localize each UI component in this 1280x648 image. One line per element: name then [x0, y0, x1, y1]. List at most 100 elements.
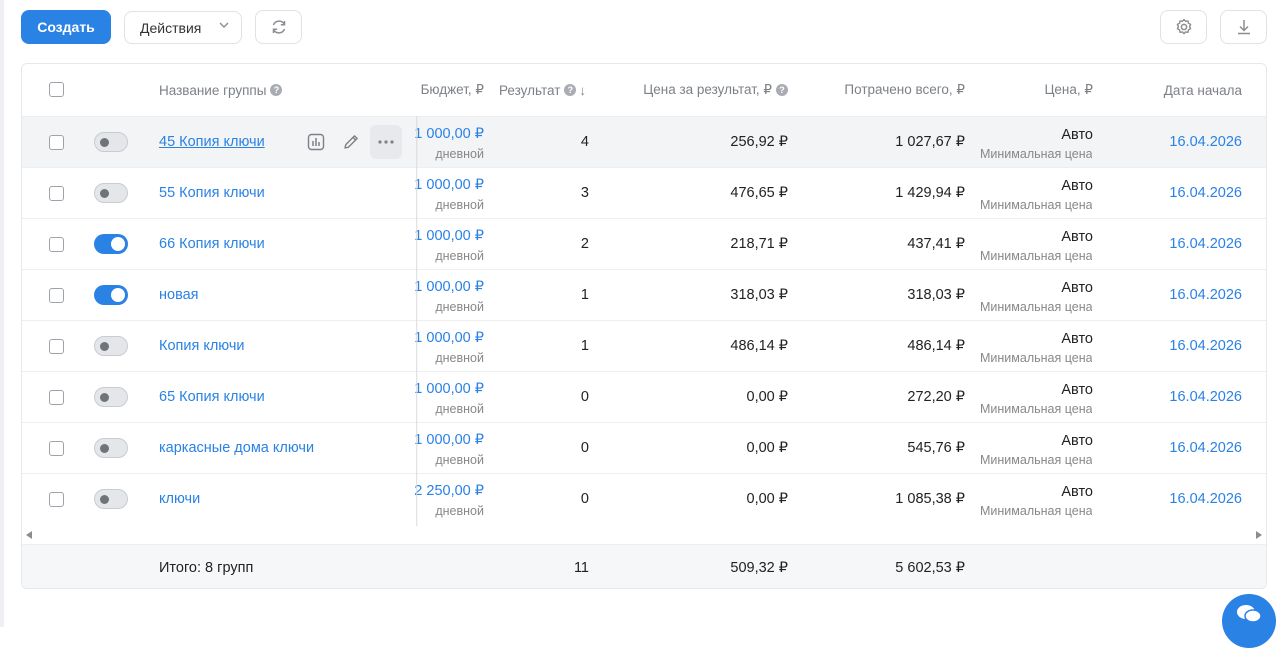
budget-cell[interactable]: 1 000,00 ₽ дневной — [414, 423, 484, 473]
help-icon[interactable]: ? — [564, 84, 577, 96]
start-date-link[interactable]: 16.04.2026 — [1169, 185, 1242, 201]
row-toggle[interactable] — [94, 132, 128, 152]
row-checkbox[interactable] — [49, 288, 64, 303]
spent-cell: 318,03 ₽ — [907, 287, 965, 303]
price-cell: Авто Минимальная цена — [976, 168, 1093, 218]
table-row[interactable]: 45 Копия ключи 1 000,00 ₽ дневной 4 256,… — [22, 116, 1266, 167]
row-checkbox[interactable] — [49, 339, 64, 354]
create-button[interactable]: Создать — [21, 10, 111, 44]
cost-per-result-cell: 0,00 ₽ — [746, 440, 788, 456]
table-row[interactable]: каркасные дома ключи 1 000,00 ₽ дневной 0… — [22, 422, 1266, 473]
download-icon — [1237, 20, 1250, 35]
row-toggle[interactable] — [94, 489, 128, 509]
start-date-link[interactable]: 16.04.2026 — [1169, 389, 1242, 405]
header-budget[interactable]: Бюджет, ₽ — [416, 64, 484, 116]
group-name-link[interactable]: каркасные дома ключи — [159, 440, 314, 456]
toggle-knob — [111, 288, 125, 302]
row-toggle[interactable] — [94, 183, 128, 203]
budget-cell[interactable]: 1 000,00 ₽ дневной — [414, 168, 484, 218]
cost-per-result-cell: 0,00 ₽ — [746, 491, 788, 507]
download-button[interactable] — [1220, 10, 1267, 44]
group-name-link[interactable]: ключи — [159, 491, 200, 507]
chat-button[interactable] — [1222, 594, 1276, 648]
budget-cell[interactable]: 1 000,00 ₽ дневной — [414, 117, 484, 167]
spent-cell: 272,20 ₽ — [907, 389, 965, 405]
price-sub: Минимальная цена — [980, 249, 1092, 263]
budget-cell[interactable]: 1 000,00 ₽ дневной — [414, 321, 484, 371]
actions-dropdown[interactable]: Действия — [124, 11, 242, 44]
start-date-link[interactable]: 16.04.2026 — [1169, 134, 1242, 150]
result-cell: 0 — [580, 491, 589, 507]
select-all-checkbox[interactable] — [49, 82, 64, 97]
start-date-link[interactable]: 16.04.2026 — [1169, 287, 1242, 303]
row-actions — [300, 125, 405, 159]
row-toggle[interactable] — [94, 438, 128, 458]
table-row[interactable]: 55 Копия ключи 1 000,00 ₽ дневной 3 476,6… — [22, 167, 1266, 218]
budget-type: дневной — [435, 300, 484, 314]
row-checkbox[interactable] — [49, 441, 64, 456]
row-toggle[interactable] — [94, 387, 128, 407]
row-checkbox[interactable] — [49, 186, 64, 201]
sort-arrow-icon[interactable]: ↓ — [579, 83, 586, 98]
header-price[interactable]: Цена, ₽ — [992, 64, 1093, 116]
start-date-link[interactable]: 16.04.2026 — [1169, 491, 1242, 507]
header-start-date[interactable]: Дата начала — [1122, 64, 1242, 116]
help-icon[interactable]: ? — [776, 84, 788, 96]
header-price-label: Цена, ₽ — [1044, 82, 1093, 97]
table-row[interactable]: ключи 2 250,00 ₽ дневной 0 0,00 ₽ 1 085,3… — [22, 473, 1266, 524]
help-icon[interactable]: ? — [270, 84, 283, 96]
header-spent[interactable]: Потрачено всего, ₽ — [812, 64, 965, 116]
budget-value: 1 000,00 ₽ — [414, 279, 484, 295]
budget-cell[interactable]: 1 000,00 ₽ дневной — [414, 372, 484, 422]
result-cell: 3 — [580, 185, 589, 201]
group-name-link[interactable]: Копия ключи — [159, 338, 245, 354]
cost-per-result-cell: 0,00 ₽ — [746, 389, 788, 405]
refresh-button[interactable] — [255, 10, 302, 44]
header-cost-per-result[interactable]: Цена за результат, ₽ ? — [622, 64, 788, 116]
group-name-link[interactable]: 66 Копия ключи — [159, 236, 265, 252]
header-name[interactable]: Название группы ? — [159, 64, 283, 116]
budget-cell[interactable]: 1 000,00 ₽ дневной — [414, 270, 484, 320]
row-checkbox[interactable] — [49, 492, 64, 507]
toggle-knob — [111, 237, 125, 251]
price-value: Авто — [1061, 433, 1093, 449]
more-button[interactable] — [370, 125, 402, 159]
row-toggle[interactable] — [94, 285, 128, 305]
settings-button[interactable] — [1160, 10, 1207, 44]
budget-value: 1 000,00 ₽ — [414, 381, 484, 397]
group-name-link[interactable]: 45 Копия ключи — [159, 134, 265, 150]
price-cell: Авто Минимальная цена — [976, 321, 1093, 371]
row-checkbox[interactable] — [49, 237, 64, 252]
header-result[interactable]: Результат ? ↓ — [499, 64, 586, 116]
price-value: Авто — [1061, 127, 1093, 143]
group-name-link[interactable]: новая — [159, 287, 199, 303]
more-icon — [378, 140, 394, 144]
start-date-link[interactable]: 16.04.2026 — [1169, 440, 1242, 456]
row-toggle[interactable] — [94, 336, 128, 356]
budget-cell[interactable]: 2 250,00 ₽ дневной — [414, 474, 484, 524]
table-row[interactable]: Копия ключи 1 000,00 ₽ дневной 1 486,14 ₽… — [22, 320, 1266, 371]
price-sub: Минимальная цена — [980, 504, 1092, 518]
header-result-label: Результат — [499, 82, 561, 98]
header-cost-per-result-label: Цена за результат, ₽ — [643, 82, 772, 97]
group-name-link[interactable]: 65 Копия ключи — [159, 389, 265, 405]
table-row[interactable]: 66 Копия ключи 1 000,00 ₽ дневной 2 218,7… — [22, 218, 1266, 269]
start-date-link[interactable]: 16.04.2026 — [1169, 338, 1242, 354]
toggle-knob — [100, 444, 109, 453]
start-date-link[interactable]: 16.04.2026 — [1169, 236, 1242, 252]
table-row[interactable]: новая 1 000,00 ₽ дневной 1 318,03 ₽ 318,0… — [22, 269, 1266, 320]
edit-button[interactable] — [335, 125, 367, 159]
stats-button[interactable] — [300, 125, 332, 159]
row-toggle[interactable] — [94, 234, 128, 254]
group-name-link[interactable]: 55 Копия ключи — [159, 185, 265, 201]
row-checkbox[interactable] — [49, 135, 64, 150]
scroll-right-arrow-icon[interactable] — [1256, 531, 1262, 539]
budget-type: дневной — [435, 147, 484, 161]
table-row[interactable]: 65 Копия ключи 1 000,00 ₽ дневной 0 0,00 … — [22, 371, 1266, 422]
spent-cell: 1 085,38 ₽ — [895, 491, 965, 507]
scroll-left-arrow-icon[interactable] — [26, 531, 32, 539]
scrollbar-thumb[interactable] — [150, 530, 591, 538]
budget-cell[interactable]: 1 000,00 ₽ дневной — [414, 219, 484, 269]
row-checkbox[interactable] — [49, 390, 64, 405]
toggle-knob — [100, 393, 109, 402]
